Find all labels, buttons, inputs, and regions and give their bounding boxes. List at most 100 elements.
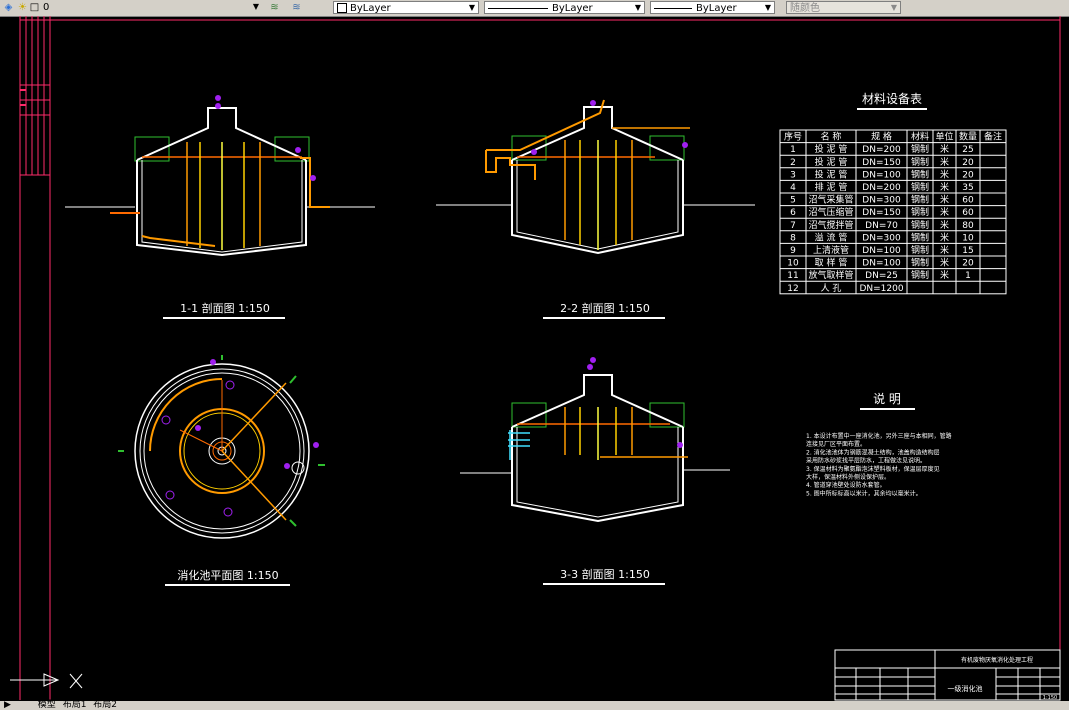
table-cell: 钢制	[911, 194, 929, 206]
table-cell: 10	[787, 259, 799, 269]
table-cell: 3	[790, 170, 796, 180]
table-cell: 60	[962, 208, 974, 218]
linetype-dropdown[interactable]: ByLayer ▼	[484, 1, 645, 14]
table-cell: 沼气搅拌管	[808, 219, 853, 231]
table-cell: 沼气压缩管	[808, 206, 853, 218]
table-cell: 钢制	[911, 156, 929, 168]
material-table-title: 材料设备表	[862, 92, 922, 106]
tab-layout1[interactable]: 布局1	[63, 700, 87, 710]
layer-dropdown[interactable]: 0 ▼	[40, 1, 262, 14]
table-cell: 米	[940, 168, 949, 180]
notes-title: 说 明	[873, 391, 901, 406]
chevron-down-icon: ▼	[764, 3, 772, 12]
table-cell: DN=150	[862, 158, 901, 168]
table-cell: 钢制	[911, 231, 929, 243]
layer-previous-icon[interactable]: ≋	[290, 1, 303, 14]
table-cell: 米	[940, 257, 949, 269]
table-cell: 米	[940, 194, 949, 206]
table-cell: 排 泥 管	[815, 181, 848, 193]
cad-drawing[interactable]: 1-1 剖面图 1:150 2-2 剖面图 1:150 消化池平面图 1:150…	[0, 16, 1069, 702]
table-cell: 4	[790, 183, 796, 193]
table-cell: 25	[962, 145, 973, 155]
table-cell: 钢制	[911, 219, 929, 231]
tab-nav-icon[interactable]: ▶	[4, 700, 11, 710]
color-dropdown[interactable]: ByLayer ▼	[333, 1, 479, 14]
table-cell: 1	[790, 145, 796, 155]
table-cell: 投 泥 管	[815, 143, 848, 155]
note-line: 连接见厂区平面布置。	[806, 440, 866, 448]
material-table: 序号名 称规 格材料 单位 数量 备注1 投 泥 管 DN=200 钢制米 252 投 泥 管D…	[779, 129, 1007, 295]
table-cell: DN=300	[862, 233, 901, 243]
note-line: 采用防水砂浆找平层防水，工程做法见说明。	[806, 457, 926, 465]
table-cell: 8	[790, 233, 796, 243]
section-3-3-drawing	[460, 357, 730, 523]
table-cell: 投 泥 管	[815, 156, 848, 168]
lineweight-sample	[654, 7, 692, 9]
linetype-sample	[488, 7, 548, 9]
table-cell: 沼气采集管	[808, 194, 853, 206]
note-line: 2. 消化池池体为钢筋混凝土结构，池盖构造结构层	[806, 448, 940, 456]
layer-manager-icon[interactable]: ◈	[2, 1, 15, 14]
table-cell: 溢 流 管	[815, 231, 848, 243]
note-line: 4. 管道穿池壁处设防水套管。	[806, 481, 886, 489]
table-cell: 60	[962, 196, 974, 206]
section-1-1-drawing	[65, 95, 375, 257]
make-current-layer-icon[interactable]: ≋	[268, 1, 281, 14]
table-header-cell: 序号	[784, 131, 802, 143]
ucs-icon	[10, 673, 83, 689]
plotstyle-value: 随颜色	[790, 3, 820, 14]
note-line: 大样，保温材料外侧设保护层。	[806, 473, 890, 481]
note-line: 5. 图中所标标高以米计，其余均以毫米计。	[806, 489, 922, 497]
tab-layout2[interactable]: 布局2	[93, 700, 117, 710]
table-header-cell: 材料	[911, 131, 929, 143]
drawing-canvas[interactable]: 1-1 剖面图 1:150 2-2 剖面图 1:150 消化池平面图 1:150…	[0, 16, 1069, 702]
table-cell: DN=200	[862, 145, 901, 155]
chevron-down-icon: ▼	[890, 3, 898, 12]
title-block-project: 有机废物厌氧消化处理工程	[961, 656, 1033, 664]
table-cell: 12	[787, 284, 798, 294]
table-cell: 钢制	[911, 143, 929, 155]
table-cell: 米	[940, 156, 949, 168]
table-cell: DN=100	[862, 259, 901, 269]
section-2-2-drawing	[436, 99, 755, 255]
table-cell: 2	[790, 158, 796, 168]
table-cell: DN=25	[865, 271, 898, 281]
drawing-frame	[19, 16, 1061, 700]
layout-tabs: ▶ 模型 布局1 布局2	[0, 701, 1069, 710]
table-cell: 15	[962, 246, 973, 256]
lineweight-dropdown[interactable]: ByLayer ▼	[650, 1, 775, 14]
table-cell: 取 样 管	[815, 257, 848, 269]
table-cell: DN=70	[865, 221, 898, 231]
linetype-value: ByLayer	[552, 3, 593, 14]
table-cell: 10	[962, 233, 974, 243]
layer-value: 0	[43, 2, 50, 13]
color-value: ByLayer	[350, 3, 391, 14]
table-cell: 上清液管	[813, 244, 849, 256]
table-cell: DN=100	[862, 246, 901, 256]
section-3-3-title: 3-3 剖面图 1:150	[560, 567, 650, 581]
table-cell: 放气取样管	[808, 269, 853, 281]
chevron-down-icon: ▼	[468, 3, 476, 12]
table-cell: 35	[962, 183, 973, 193]
chevron-down-icon: ▼	[252, 2, 260, 11]
table-cell: 钢制	[911, 206, 929, 218]
table-cell: 5	[790, 196, 796, 206]
table-cell: 钢制	[911, 181, 929, 193]
table-cell: 米	[940, 231, 949, 243]
table-cell: 人 孔	[821, 283, 842, 294]
table-cell: DN=300	[862, 196, 901, 206]
plotstyle-dropdown[interactable]: 随颜色 ▼	[786, 1, 901, 14]
table-cell: 11	[787, 271, 798, 281]
properties-toolbar: ◈ ☀ □ 0 ▼ ≋ ≋ ByLayer ▼ ByLayer ▼ ByLaye…	[0, 0, 1069, 17]
table-cell: 20	[962, 170, 974, 180]
tab-model[interactable]: 模型	[38, 700, 56, 710]
title-block-drawing-name: 一级消化池	[948, 684, 983, 693]
plan-view-title: 消化池平面图 1:150	[177, 568, 278, 582]
table-header-cell: 备注	[984, 131, 1002, 143]
table-cell: 9	[790, 246, 796, 256]
table-cell: 7	[790, 221, 796, 231]
table-cell: DN=200	[862, 183, 901, 193]
table-cell: DN=150	[862, 208, 901, 218]
table-header-cell: 规 格	[871, 131, 892, 143]
table-cell: 6	[790, 208, 796, 218]
